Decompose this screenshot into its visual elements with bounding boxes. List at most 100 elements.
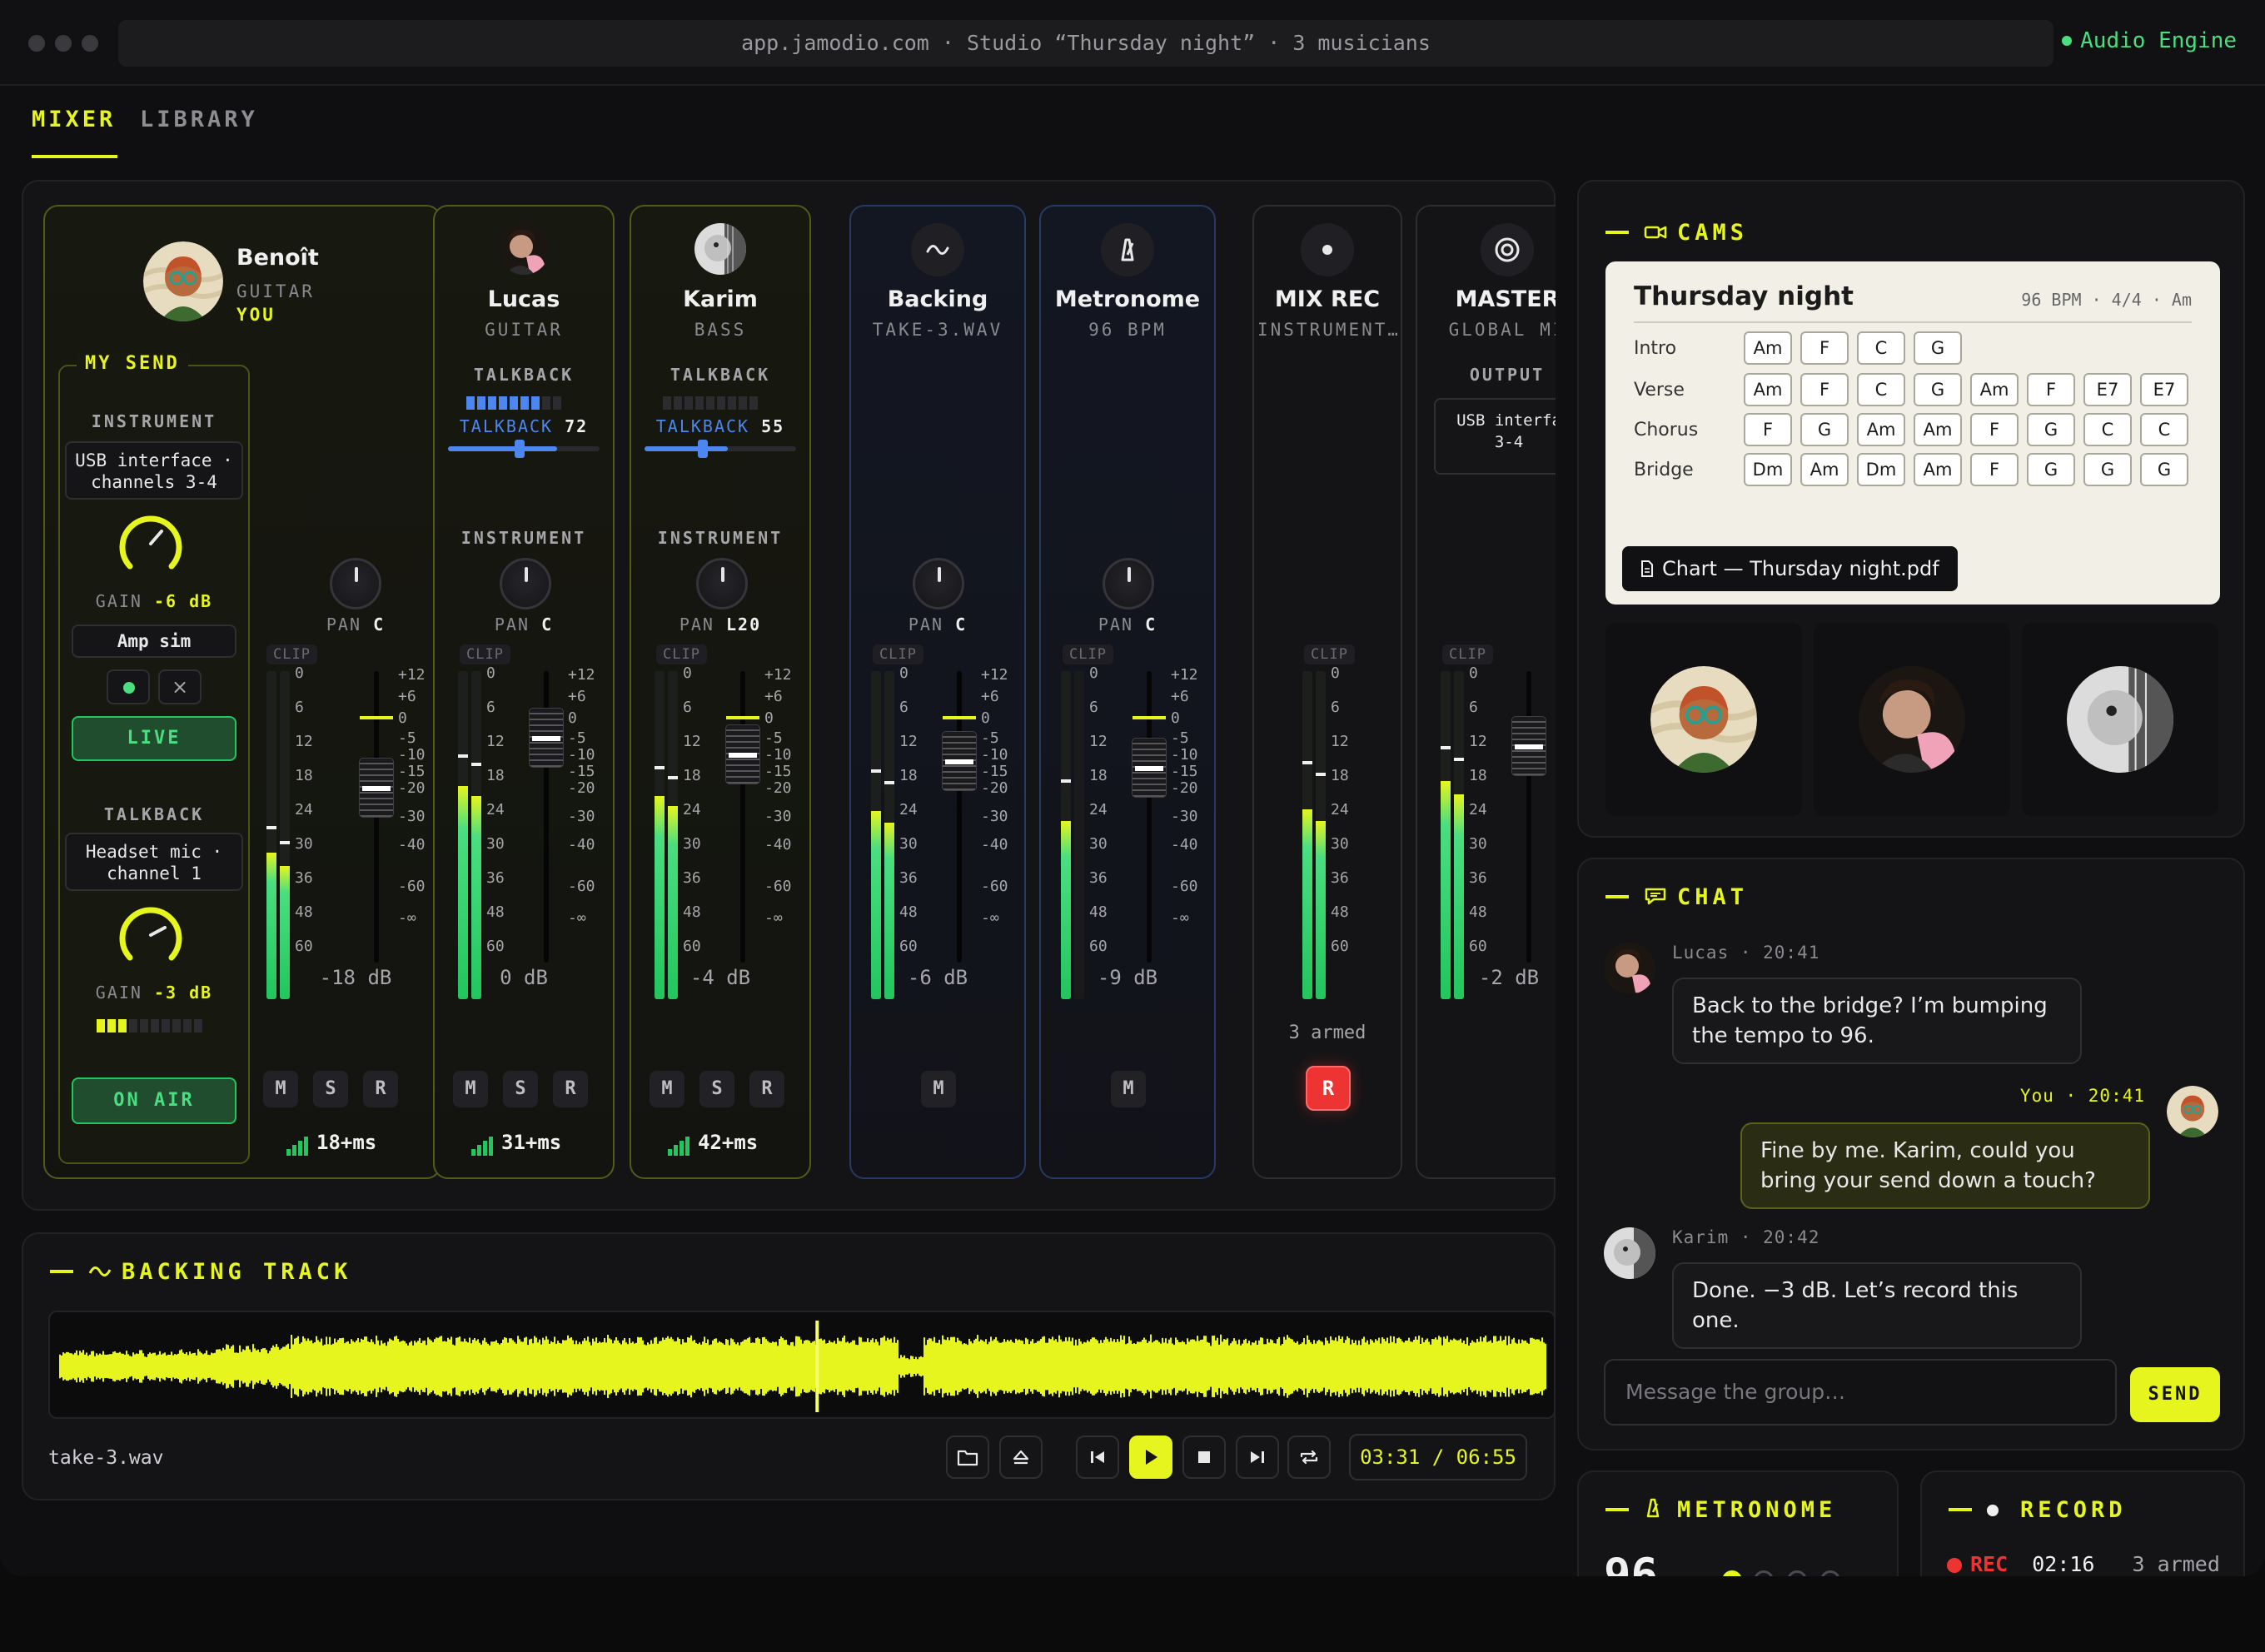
chord-chart-meta: 96 BPM · 4/4 · Am — [2021, 290, 2192, 310]
stop-button[interactable] — [1182, 1436, 1226, 1479]
chord-cell: E7 — [2083, 373, 2132, 406]
chart-pdf-label: Chart — Thursday night.pdf — [1662, 557, 1939, 580]
loop-icon — [1300, 1450, 1318, 1465]
fader-handle[interactable] — [1132, 738, 1167, 798]
record-arm-button[interactable]: R — [553, 1071, 588, 1107]
on-air-button[interactable]: ON AIR — [72, 1077, 236, 1124]
mute-button[interactable]: M — [263, 1071, 298, 1107]
chord-cell: F — [2027, 373, 2075, 406]
channel-strip-mix-rec: MIX REC INSTRUMENT… CLIP 0 6 12 18 24 30 36 48 6… — [1252, 205, 1402, 1179]
solo-button[interactable]: S — [313, 1071, 348, 1107]
record-dot-icon — [1301, 223, 1354, 276]
solo-button[interactable]: S — [503, 1071, 538, 1107]
chord-cell: C — [2083, 413, 2132, 446]
url-bar[interactable]: app.jamodio.com · Studio “Thursday night… — [118, 20, 2053, 67]
record-button[interactable]: R — [1306, 1066, 1351, 1111]
pan-knob[interactable] — [330, 558, 381, 610]
camera-tile-karim[interactable] — [2022, 623, 2218, 816]
fader-track[interactable] — [740, 671, 745, 963]
audio-engine-status: Audio Engine — [2062, 28, 2237, 53]
chord-section-label: Verse — [1634, 380, 1685, 401]
scale-tick: 0 — [764, 709, 774, 727]
chart-pdf-button[interactable]: Chart — Thursday night.pdf — [1622, 546, 1958, 591]
fader-track[interactable] — [1526, 671, 1531, 963]
chat-title: CHAT — [1605, 884, 1748, 911]
fader-handle[interactable] — [529, 708, 564, 768]
fader-track[interactable] — [957, 671, 962, 963]
fader-handle[interactable] — [359, 758, 394, 818]
remove-effect-button[interactable]: × — [158, 669, 202, 704]
scale-tick: -60 — [1171, 878, 1198, 895]
mute-button[interactable]: M — [1111, 1071, 1146, 1107]
window-minimize-dot[interactable] — [55, 35, 72, 52]
clip-indicator: CLIP — [1442, 644, 1493, 664]
camera-tile-lucas[interactable] — [1814, 623, 2010, 816]
level-meter-left — [1061, 671, 1071, 999]
talkback-slider[interactable] — [448, 440, 600, 458]
fader-handle[interactable] — [725, 724, 760, 784]
scale-tick: 18 — [1469, 767, 1487, 784]
level-meter-right — [1316, 671, 1326, 999]
message-input[interactable]: Message the group… — [1604, 1359, 2117, 1426]
fader-db-value: -9 dB — [1097, 966, 1158, 989]
window-close-dot[interactable] — [28, 35, 45, 52]
eject-button[interactable] — [999, 1436, 1043, 1479]
pan-knob[interactable] — [500, 558, 551, 610]
camera-tile-benoit[interactable] — [1605, 623, 1802, 816]
tab-library[interactable]: LIBRARY — [140, 107, 258, 132]
tab-mixer[interactable]: MIXER — [32, 107, 118, 158]
pan-label: PAN C — [851, 615, 1024, 634]
level-meter-left — [1302, 671, 1312, 999]
chord-cell: Am — [1914, 453, 1962, 486]
strip-role: GLOBAL MI — [1448, 320, 1556, 340]
fader-track[interactable] — [1147, 671, 1152, 963]
open-folder-button[interactable] — [946, 1436, 989, 1479]
channel-strip-karim: Karim BASS TALKBACK TALKBACK 55 INSTRUME… — [630, 205, 811, 1179]
live-toggle-dot[interactable] — [107, 669, 150, 704]
mute-button[interactable]: M — [453, 1071, 488, 1107]
waveform-display[interactable] — [48, 1311, 1556, 1419]
talkback-slider[interactable] — [645, 440, 796, 458]
scale-tick: 30 — [295, 835, 313, 853]
output-device[interactable]: USB interfa 3-4 — [1434, 398, 1556, 475]
mute-button[interactable]: M — [921, 1071, 956, 1107]
scale-tick: 24 — [1331, 801, 1349, 819]
pan-caption: PAN — [326, 615, 362, 634]
talkback-header: TALKBACK — [103, 804, 205, 824]
fader-handle[interactable] — [1511, 716, 1546, 776]
gain-knob-talkback[interactable] — [115, 899, 187, 971]
talkback-source[interactable]: Headset mic · channel 1 — [65, 833, 243, 891]
fader-handle[interactable] — [942, 731, 977, 791]
chord-cell: E7 — [2140, 373, 2188, 406]
cams-label: CAMS — [1677, 220, 1749, 246]
solo-button[interactable]: S — [699, 1071, 734, 1107]
waveform-icon — [88, 1260, 113, 1286]
scale-tick: +12 — [568, 666, 595, 684]
chord-cell: Am — [1914, 413, 1962, 446]
scale-tick: -5 — [764, 729, 783, 747]
scale-tick: 6 — [683, 699, 692, 716]
scale-tick: 36 — [1089, 869, 1108, 887]
document-icon — [1640, 548, 1654, 593]
record-arm-button[interactable]: R — [363, 1071, 398, 1107]
loop-button[interactable] — [1287, 1436, 1331, 1479]
gain-knob-instrument[interactable] — [115, 508, 187, 580]
playhead[interactable] — [815, 1321, 819, 1412]
pan-knob[interactable] — [696, 558, 748, 610]
strip-role: GUITAR — [485, 320, 563, 340]
talkback-caption: TALKBACK — [459, 416, 554, 436]
live-button[interactable]: LIVE — [72, 716, 236, 761]
skip-back-button[interactable] — [1076, 1436, 1119, 1479]
chord-cell: Dm — [1744, 453, 1792, 486]
scale-tick: +12 — [764, 666, 792, 684]
window-maximize-dot[interactable] — [82, 35, 98, 52]
mute-button[interactable]: M — [650, 1071, 684, 1107]
skip-forward-button[interactable] — [1236, 1436, 1279, 1479]
play-button[interactable] — [1129, 1436, 1172, 1479]
send-button[interactable]: SEND — [2130, 1367, 2220, 1422]
pan-knob[interactable] — [913, 558, 964, 610]
record-arm-button[interactable]: R — [749, 1071, 784, 1107]
instrument-source[interactable]: USB interface · channels 3-4 — [65, 441, 243, 500]
amp-sim-button[interactable]: Amp sim — [72, 624, 236, 658]
pan-knob[interactable] — [1103, 558, 1154, 610]
